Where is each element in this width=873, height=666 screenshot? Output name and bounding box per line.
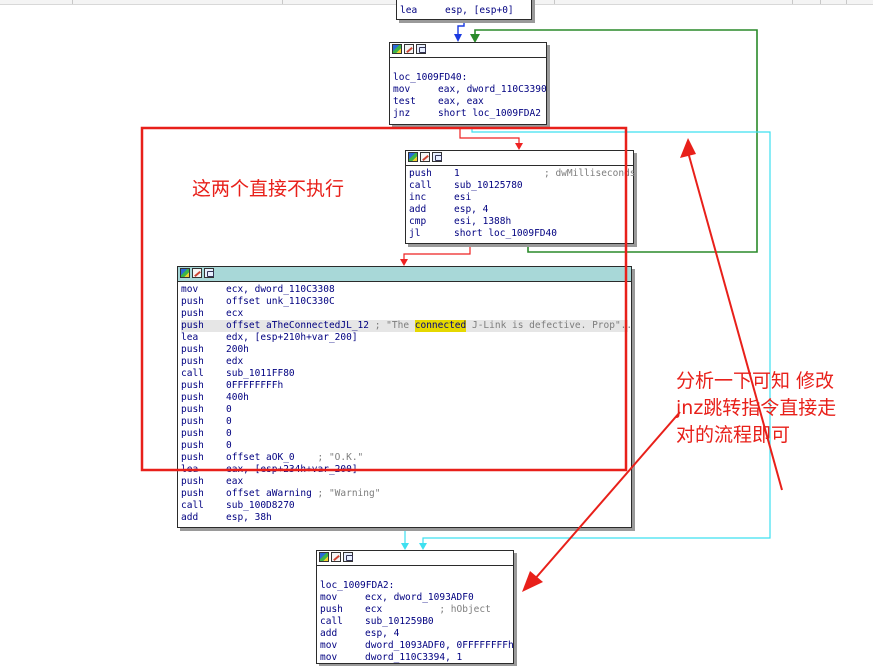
annotation-right-line: 分析一下可知 修改 bbox=[676, 370, 835, 392]
annotation-right-line: jnz跳转指令直接走 bbox=[676, 397, 837, 419]
annotation-arrow-down bbox=[533, 411, 681, 581]
annotation-right: 分析一下可知 修改 jnz跳转指令直接走 对的流程即可 bbox=[676, 368, 836, 449]
annotation-left: 这两个直接不执行 bbox=[192, 178, 345, 200]
annotation-right-line: 对的流程即可 bbox=[676, 424, 791, 446]
annotation-overlay bbox=[140, 126, 783, 592]
